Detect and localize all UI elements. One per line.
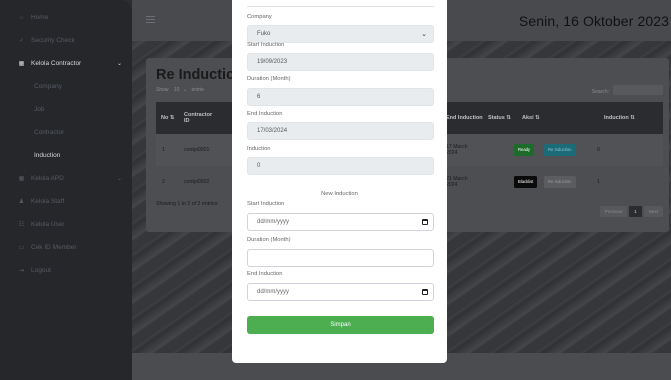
current-date: Senin, 16 Oktober 2023 xyxy=(518,13,669,29)
sidebar-item-job[interactable]: Job xyxy=(0,98,132,121)
cell-induction: 1 xyxy=(597,178,600,185)
status-badge: Blacklist xyxy=(514,176,538,188)
start-induction-label: Start Induction xyxy=(247,42,285,48)
search-label: Search: xyxy=(591,89,609,95)
chevron-down-icon: ⌄ xyxy=(116,176,122,182)
new-end-induction-label: End Induction xyxy=(247,271,283,277)
user-icon: ♟ xyxy=(18,199,25,205)
cell-no: 2 xyxy=(162,178,165,185)
id-icon: ▭ xyxy=(18,245,25,251)
sidebar: ⌂ Home ✓ Security Check ▦ Kelola Contractor… xyxy=(0,0,132,380)
status-badge: Ready xyxy=(514,144,535,156)
calendar-icon[interactable] xyxy=(422,219,428,225)
cell-aksi: Re Induction xyxy=(544,134,576,166)
save-button[interactable]: Simpan xyxy=(247,316,434,334)
reinduction-button[interactable]: Re Induction xyxy=(544,176,576,188)
cell-status: Ready xyxy=(514,134,535,166)
duration-field: 6 xyxy=(247,88,434,106)
induction-label: Induction xyxy=(247,146,271,152)
new-duration-label: Duration (Month) xyxy=(247,237,291,243)
new-start-induction-label: Start Induction xyxy=(247,201,285,207)
end-induction-label: End Induction xyxy=(247,111,283,117)
sidebar-item-company[interactable]: Company xyxy=(0,75,132,98)
sidebar-item-security-check[interactable]: ✓ Security Check xyxy=(0,29,132,52)
home-icon: ⌂ xyxy=(19,14,24,21)
sidebar-item-home[interactable]: ⌂ Home xyxy=(0,6,132,29)
cell-end-induction: 17 March 2024 xyxy=(446,143,468,156)
company-select[interactable]: Fuko ⌄ xyxy=(247,25,434,43)
column-header-contractor-id[interactable]: Contractor ID xyxy=(184,102,218,134)
sidebar-item-kelola-user[interactable]: ☷ Kelola User xyxy=(0,213,132,236)
entries-select[interactable]: 10 xyxy=(174,87,180,93)
cell-status: Blacklist xyxy=(514,166,538,198)
search-input[interactable] xyxy=(613,85,663,95)
column-header-end-induction[interactable]: End Induction xyxy=(446,102,486,134)
new-start-induction-input[interactable]: dd/mm/yyyy xyxy=(247,213,434,231)
sidebar-item-induction[interactable]: Induction xyxy=(0,144,132,167)
new-duration-input[interactable] xyxy=(247,249,434,267)
modal-divider xyxy=(247,6,434,7)
sidebar-item-kelola-apd[interactable]: ▦ Kelola APD ⌄ xyxy=(0,167,132,190)
chevron-down-icon: ⌄ xyxy=(182,87,188,93)
chevron-down-icon: ⌄ xyxy=(421,31,427,38)
menu-icon[interactable] xyxy=(146,16,155,23)
column-header-aksi[interactable]: Aksi ⇅ xyxy=(522,102,562,134)
start-induction-field: 19/09/2023 xyxy=(247,53,434,71)
sidebar-item-kelola-staff[interactable]: ♟ Kelola Staff xyxy=(0,190,132,213)
cell-end-induction: 21 March 2024 xyxy=(446,175,468,188)
page-1-button[interactable]: 1 xyxy=(629,206,642,217)
entries-info: Showing 1 to 2 of 2 entries xyxy=(156,201,218,207)
list-icon: ▦ xyxy=(18,61,25,67)
next-page-button[interactable]: Next xyxy=(643,206,663,217)
list-icon: ▦ xyxy=(18,176,25,182)
cell-contractor-id: contpi0002 xyxy=(184,178,210,185)
end-induction-field: 17/03/2024 xyxy=(247,122,434,140)
logout-icon: ⇥ xyxy=(18,268,25,274)
sidebar-item-contractor[interactable]: Contractor xyxy=(0,121,132,144)
company-label: Company xyxy=(247,14,272,20)
duration-label: Duration (Month) xyxy=(247,76,291,82)
reinduction-modal: Company Fuko ⌄ Start Induction 19/09/202… xyxy=(232,0,447,363)
cell-aksi: Re Induction xyxy=(544,166,576,198)
column-header-induction[interactable]: Induction ⇅ xyxy=(604,102,659,134)
sidebar-item-cek-id-member[interactable]: ▭ Cek ID Member xyxy=(0,236,132,259)
induction-field: 0 xyxy=(247,157,434,175)
cell-induction: 0 xyxy=(597,146,600,153)
sidebar-item-logout[interactable]: ⇥ Logout xyxy=(0,259,132,282)
previous-page-button[interactable]: Previous xyxy=(599,206,628,217)
cell-contractor-id: contpi0001 xyxy=(184,146,210,153)
sidebar-item-kelola-contractor[interactable]: ▦ Kelola Contractor ⌄ xyxy=(0,52,132,75)
page-title: Re Inductic xyxy=(156,67,235,83)
calendar-icon[interactable] xyxy=(422,289,428,295)
show-entries: Show 10 ⌄ entrie xyxy=(156,87,204,93)
chevron-down-icon: ⌄ xyxy=(116,61,122,67)
check-icon: ✓ xyxy=(18,38,25,44)
column-header-no[interactable]: No ⇅ xyxy=(161,102,181,134)
cell-no: 1 xyxy=(162,146,165,153)
column-header-status[interactable]: Status ⇅ xyxy=(488,102,520,134)
new-induction-heading: New Induction xyxy=(321,191,358,197)
new-end-induction-input[interactable]: dd/mm/yyyy xyxy=(247,283,434,301)
users-icon: ☷ xyxy=(18,222,25,228)
reinduction-button[interactable]: Re Induction xyxy=(544,144,576,156)
pagination: Previous 1 Next xyxy=(599,206,663,217)
